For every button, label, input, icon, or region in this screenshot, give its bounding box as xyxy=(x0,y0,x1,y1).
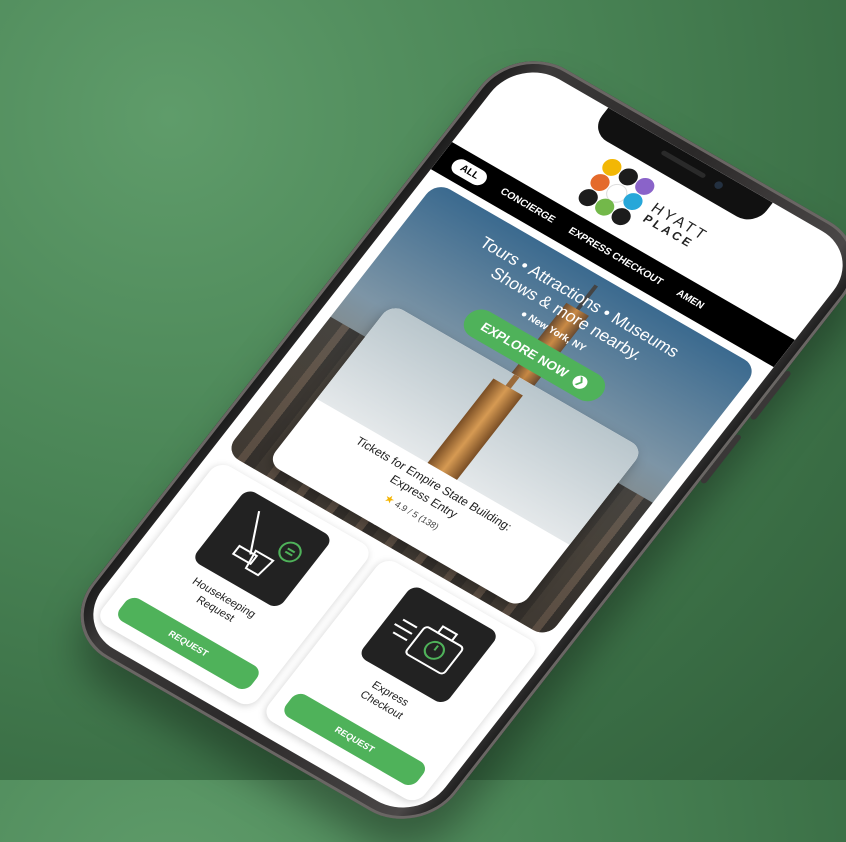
building-image xyxy=(427,378,524,481)
brand-wordmark: HYATT PLACE xyxy=(640,199,712,252)
tab-amenities[interactable]: AMEN xyxy=(674,288,706,311)
speaker xyxy=(660,149,707,179)
marketing-stage: HYATT PLACE ALL CONCIERGE EXPRESS CHECKO… xyxy=(0,0,846,840)
arrow-right-icon: ❯ xyxy=(569,372,591,391)
front-camera xyxy=(712,179,725,191)
tab-all[interactable]: ALL xyxy=(448,155,492,189)
phone-device: HYATT PLACE ALL CONCIERGE EXPRESS CHECKO… xyxy=(56,40,846,840)
